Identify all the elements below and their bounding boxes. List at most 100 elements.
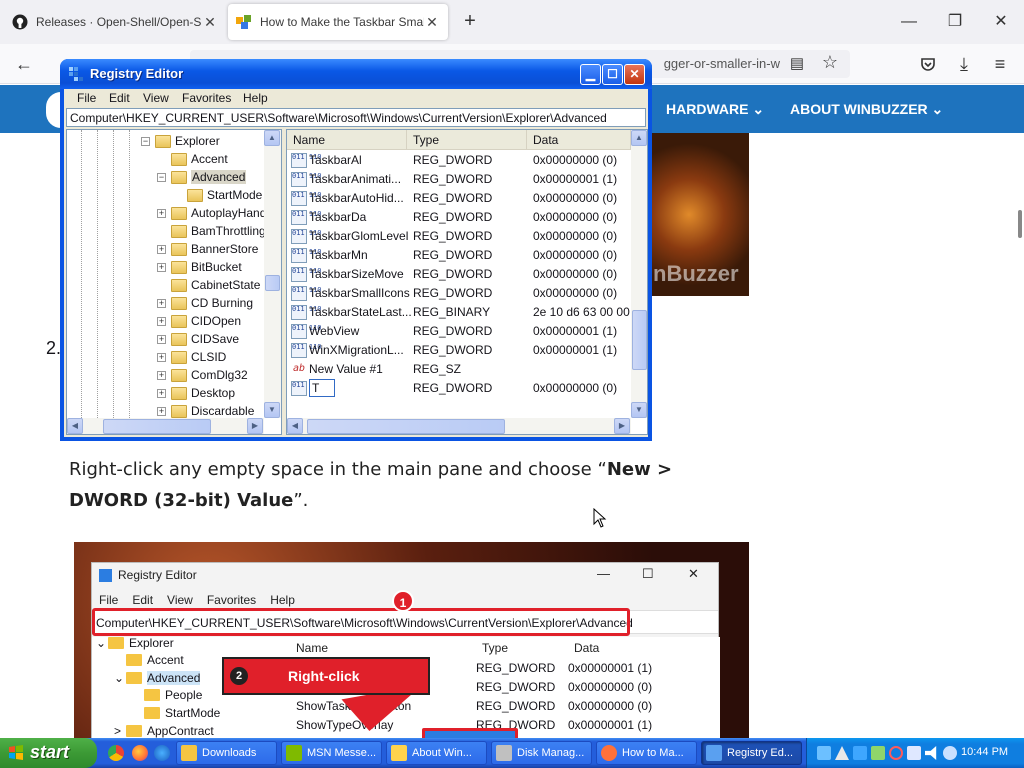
tree-item[interactable]: − Advanced [157,168,247,186]
expand-icon[interactable]: + [157,352,166,362]
taskbar-button[interactable]: Disk Manag... [491,741,592,765]
title-bar[interactable]: Registry Editor ▁ ☐ ✕ [60,59,652,89]
expand-icon[interactable]: + [157,334,166,344]
nav-about-winbuzzer[interactable]: ABOUT WINBUZZER ⌄ [790,101,943,118]
column-type[interactable]: Type [407,130,527,150]
value-row[interactable]: 011 110 T REG_DWORD 0x00000000 (0) [287,379,631,398]
hardware-icon[interactable] [871,746,885,760]
tree-item[interactable]: + CD Burning [157,294,253,312]
nav-hardware[interactable]: HARDWARE ⌄ [666,101,764,118]
back-arrow-icon[interactable]: ← [12,52,36,76]
collapse-icon[interactable]: − [141,136,150,146]
scroll-thumb[interactable] [265,275,280,291]
expand-icon[interactable]: + [157,262,166,272]
scroll-down-icon[interactable]: ▼ [631,402,647,418]
scroll-up-icon[interactable]: ▲ [264,130,280,146]
scroll-left-icon[interactable]: ◀ [287,418,303,434]
value-row[interactable]: 011 110 WinXMigrationL... REG_DWORD 0x00000… [287,341,631,360]
restore-icon[interactable]: ❐ [940,10,970,34]
expand-icon[interactable]: + [157,208,166,218]
volume-icon[interactable] [925,746,937,760]
tab-open-shell-releases[interactable]: Releases · Open-Shell/Open-Shell-Menu ✕ [4,4,226,40]
new-tab-button[interactable]: + [458,10,482,34]
close-tab-icon[interactable]: ✕ [202,14,218,30]
connection-icon[interactable] [907,746,921,760]
value-row[interactable]: 011 110 TaskbarGlomLevel REG_DWORD 0x000000… [287,227,631,246]
value-row[interactable]: 011 110 TaskbarDa REG_DWORD 0x00000000 (0) [287,208,631,227]
value-row[interactable]: 011 110 WebView REG_DWORD 0x00000001 (1) [287,322,631,341]
globe-icon[interactable] [154,745,170,761]
tree-item[interactable]: Accent [157,150,228,168]
close-window-icon[interactable]: ✕ [986,10,1016,34]
pocket-icon[interactable] [916,52,940,76]
minimize-icon[interactable]: — [894,10,924,34]
expand-icon[interactable]: + [157,316,166,326]
value-row[interactable]: 011 110 TaskbarSizeMove REG_DWORD 0x0000000… [287,265,631,284]
taskbar-button[interactable]: Registry Ed... [701,741,802,765]
firefox-icon[interactable] [132,745,148,761]
address-bar[interactable]: Computer\HKEY_CURRENT_USER\Software\Micr… [66,108,646,127]
rename-input[interactable]: T [309,379,335,397]
value-row[interactable]: 011 110 TaskbarAnimati... REG_DWORD 0x00000… [287,170,631,189]
page-scrollbar[interactable] [1018,210,1022,238]
taskbar-button[interactable]: MSN Messe... [281,741,382,765]
scroll-up-icon[interactable]: ▲ [631,130,647,146]
scroll-down-icon[interactable]: ▼ [264,402,280,418]
taskbar-button[interactable]: About Win... [386,741,487,765]
tree-item[interactable]: + Desktop [157,384,235,402]
tree-item[interactable]: + CIDSave [157,330,239,348]
network-icon[interactable] [817,746,831,760]
taskbar-button[interactable]: How to Ma... [596,741,697,765]
value-row[interactable]: 011 110 TaskbarStateLast... REG_BINARY 2e 1… [287,303,640,322]
menu-help[interactable]: Help [243,91,268,105]
tree-vertical-scrollbar[interactable]: ▲ ▼ [264,130,281,418]
tree-item[interactable]: BamThrottling [157,222,266,240]
value-row[interactable]: 011 110 TaskbarSmallIcons REG_DWORD 0x00000… [287,284,631,303]
menu-favorites[interactable]: Favorites [182,91,231,105]
taskbar-button[interactable]: Downloads [176,741,277,765]
expand-icon[interactable]: + [157,298,166,308]
maximize-button[interactable]: ☐ [602,64,623,85]
column-data[interactable]: Data [527,130,631,150]
scroll-left-icon[interactable]: ◀ [67,418,83,434]
tree-horizontal-scrollbar[interactable]: ◀ ▶ [67,418,264,434]
tree-item[interactable]: + CIDOpen [157,312,241,330]
value-row[interactable]: ab New Value #1 REG_SZ [287,360,631,379]
start-button[interactable]: start [0,738,97,768]
scroll-right-icon[interactable]: ▶ [614,418,630,434]
expand-icon[interactable]: + [157,406,166,416]
menu-view[interactable]: View [143,91,169,105]
bookmark-star-icon[interactable]: ☆ [822,52,838,73]
expand-icon[interactable]: + [157,388,166,398]
menu-icon[interactable]: ≡ [988,52,1012,76]
scroll-thumb[interactable] [307,419,505,434]
list-horizontal-scrollbar[interactable]: ◀ ▶ [287,418,631,434]
tree-item[interactable]: CabinetState [157,276,260,294]
tree-item[interactable]: + BannerStore [157,240,258,258]
value-row[interactable]: 011 110 TaskbarAutoHid... REG_DWORD 0x00000… [287,189,631,208]
expand-icon[interactable]: + [157,370,166,380]
tree-item[interactable]: + ComDlg32 [157,366,248,384]
downloads-icon[interactable]: ⤓ [952,52,976,76]
close-tab-icon[interactable]: ✕ [424,14,440,30]
value-row[interactable]: 011 110 TaskbarAl REG_DWORD 0x00000000 (0) [287,151,631,170]
collapse-icon[interactable]: − [157,172,166,182]
close-button[interactable]: ✕ [624,64,645,85]
chrome-icon[interactable] [108,745,124,761]
tree-item[interactable]: + CLSID [157,348,226,366]
scroll-right-icon[interactable]: ▶ [247,418,263,434]
scroll-thumb[interactable] [632,310,647,370]
monitor-icon[interactable] [943,746,957,760]
reader-view-icon[interactable]: ▤ [790,54,804,72]
clock[interactable]: 10:44 PM [961,746,1008,758]
tree-item[interactable]: StartMode [173,186,262,204]
menu-file[interactable]: File [77,91,96,105]
display-icon[interactable] [853,746,867,760]
tab-taskbar-article[interactable]: How to Make the Taskbar Smaller or Bigge… [228,4,448,40]
tree-item[interactable]: + BitBucket [157,258,242,276]
expand-icon[interactable]: + [157,244,166,254]
value-row[interactable]: 011 110 TaskbarMn REG_DWORD 0x00000000 (0) [287,246,631,265]
tree-item[interactable]: − Explorer [141,132,220,150]
list-vertical-scrollbar[interactable]: ▲ ▼ [631,130,647,418]
minimize-button[interactable]: ▁ [580,64,601,85]
